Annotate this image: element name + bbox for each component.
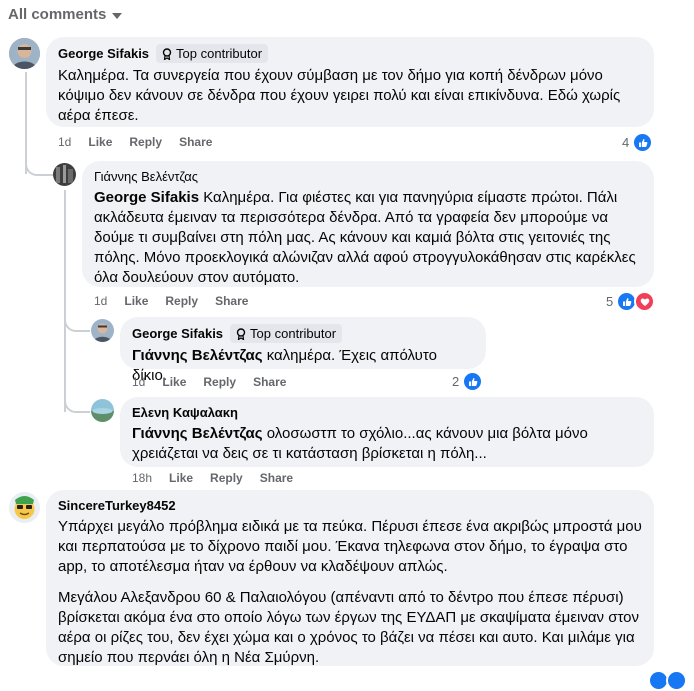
share-button[interactable]: Share (215, 294, 248, 308)
avatar[interactable] (91, 319, 114, 342)
comment-text-paragraph: Υπάρχει μεγάλο πρόβλημα ειδικά με τα πεύ… (58, 518, 642, 575)
thread-connector (64, 386, 90, 413)
thread-line (64, 190, 66, 412)
comment-actions: 1d Like Reply Share (58, 135, 212, 149)
top-contributor-badge: Top contributor (230, 324, 343, 343)
comment-author[interactable]: Γιάννης Βελέντζας (94, 168, 198, 185)
avatar[interactable] (53, 163, 76, 186)
share-button[interactable]: Share (260, 471, 293, 485)
badge-label: Top contributor (250, 326, 337, 341)
love-reaction-icon (634, 291, 656, 312)
reply-button[interactable]: Reply (165, 294, 198, 308)
reaction-count: 2 (452, 374, 460, 389)
comment-text-paragraph: Μεγάλου Αλεξανδρου 60 & Παλαιολόγου (απέ… (58, 589, 640, 666)
award-icon (236, 327, 246, 340)
thread-connector (64, 306, 90, 332)
avatar[interactable] (9, 38, 40, 69)
reaction-summary[interactable] (648, 670, 687, 691)
like-reaction-icon (632, 132, 654, 153)
comments-filter-dropdown[interactable]: All comments (8, 6, 123, 23)
comment-timestamp[interactable]: 1d (132, 375, 145, 389)
avatar-photo-icon (9, 38, 40, 69)
like-button[interactable]: Like (88, 135, 112, 149)
share-button[interactable]: Share (179, 135, 212, 149)
comment-text-container: George Sifakis Καλημέρα. Για φιέστες και… (94, 188, 642, 288)
comment-bubble: Γιάννης Βελέντζας George Sifakis Καλημέρ… (82, 161, 654, 287)
like-reaction-icon (462, 371, 484, 392)
emoji-avatar-icon (9, 492, 40, 523)
comment-actions: 1d Like Reply Share (132, 375, 286, 389)
top-contributor-badge: Top contributor (156, 44, 269, 63)
comment-timestamp[interactable]: 1d (58, 135, 71, 149)
like-button[interactable]: Like (169, 471, 193, 485)
comment-timestamp[interactable]: 18h (132, 471, 152, 485)
mention-link[interactable]: George Sifakis (94, 189, 199, 206)
share-button[interactable]: Share (253, 375, 286, 389)
like-reaction-icon (666, 670, 687, 691)
avatar-photo-icon (91, 399, 114, 422)
comment-actions: 18h Like Reply Share (132, 471, 293, 485)
thread-connector (25, 150, 53, 176)
avatar[interactable] (9, 492, 40, 523)
reply-button[interactable]: Reply (129, 135, 162, 149)
like-button[interactable]: Like (162, 375, 186, 389)
avatar-photo-icon (91, 319, 114, 342)
comment-author[interactable]: SincereTurkey8452 (58, 497, 176, 514)
reaction-summary[interactable]: 2 (452, 371, 484, 392)
reply-button[interactable]: Reply (203, 375, 236, 389)
filter-label: All comments (8, 6, 107, 23)
mention-link[interactable]: Γιάννης Βελέντζας (132, 425, 263, 442)
comment-author[interactable]: George Sifakis (58, 45, 149, 62)
avatar[interactable] (91, 399, 114, 422)
reaction-count: 5 (606, 294, 614, 309)
award-icon (162, 47, 172, 60)
comment-actions: 1d Like Reply Share (94, 294, 248, 308)
comment-bubble: George Sifakis Top contributor Καλημέρα.… (46, 37, 654, 127)
mention-link[interactable]: Γιάννης Βελέντζας (132, 347, 263, 364)
comment-text-container: Γιάννης Βελέντζας ολοσωστπ το σχόλιο...α… (132, 424, 642, 464)
comment-timestamp[interactable]: 1d (94, 294, 107, 308)
badge-label: Top contributor (176, 46, 263, 61)
comment-author[interactable]: George Sifakis (132, 325, 223, 342)
like-button[interactable]: Like (124, 294, 148, 308)
reaction-count: 4 (622, 135, 630, 150)
comment-bubble: SincereTurkey8452 Υπάρχει μεγάλο πρόβλημ… (46, 490, 654, 666)
avatar-photo-icon (53, 163, 76, 186)
reaction-summary[interactable]: 5 (606, 291, 656, 312)
comment-bubble: George Sifakis Top contributor Γιάννης Β… (120, 317, 486, 384)
comment-bubble: Ελενη Καψαλακη Γιάννης Βελέντζας ολοσωστ… (120, 397, 654, 467)
reply-button[interactable]: Reply (210, 471, 243, 485)
comment-author[interactable]: Ελενη Καψαλακη (132, 404, 238, 421)
reaction-summary[interactable]: 4 (622, 132, 654, 153)
caret-down-icon (112, 12, 123, 19)
comment-text: Καλημέρα. Τα συνεργεία που έχουν σύμβαση… (58, 67, 621, 124)
